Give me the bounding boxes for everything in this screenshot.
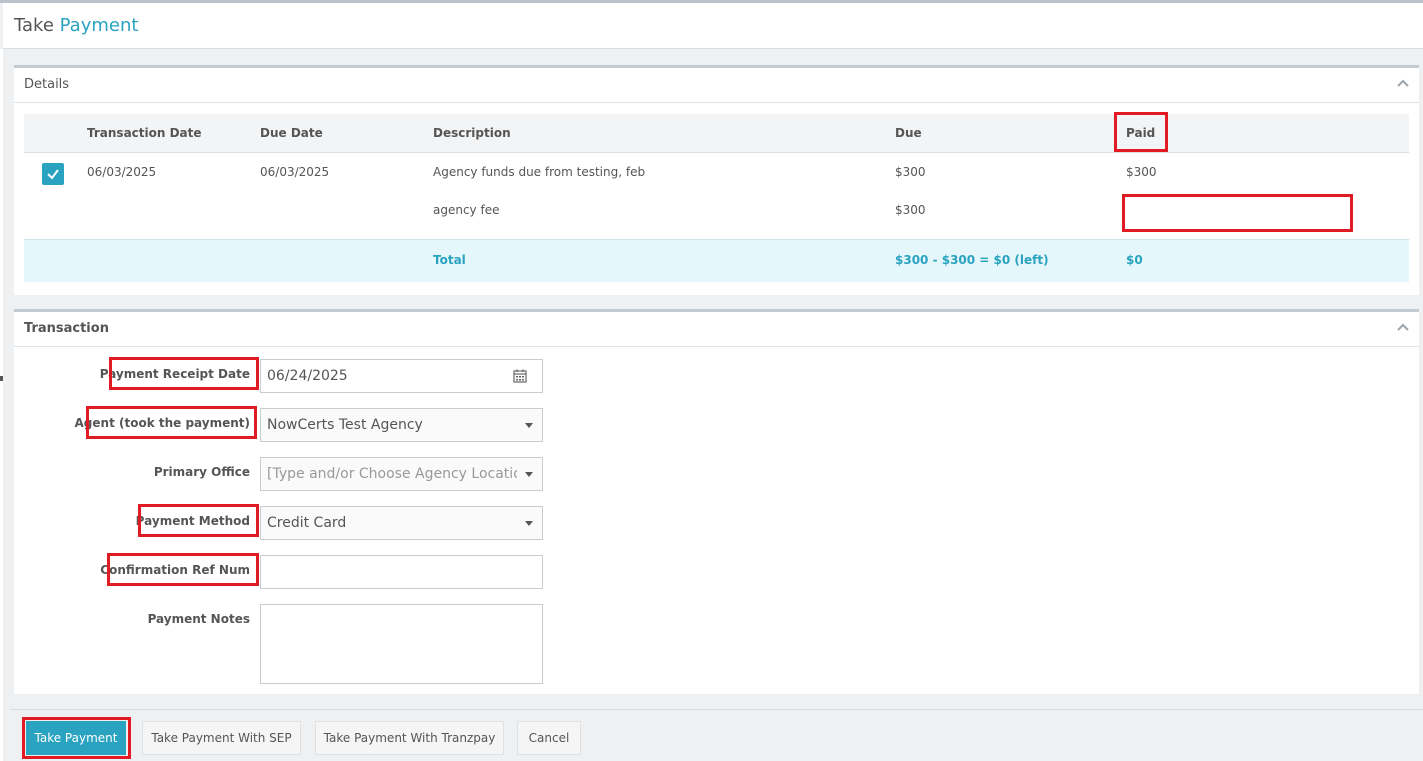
chevron-up-icon[interactable] — [1397, 78, 1409, 90]
total-paid: $0 — [1126, 253, 1143, 267]
transaction-title: Transaction — [24, 321, 109, 336]
take-payment-highlight — [22, 717, 131, 759]
row-sub-due: $300 — [895, 203, 926, 217]
caret-down-icon — [525, 521, 533, 526]
paid-header-highlight — [1114, 112, 1168, 152]
take-payment-sep-button[interactable]: Take Payment With SEP — [142, 721, 301, 755]
payment-notes-textarea[interactable] — [260, 604, 543, 684]
total-due-calc: $300 - $300 = — [895, 253, 994, 267]
caret-down-icon — [525, 472, 533, 477]
payment-receipt-date-input[interactable]: 06/24/2025 — [260, 359, 543, 393]
page-title-main: Take — [14, 15, 54, 36]
payment-method-highlight — [138, 504, 259, 537]
take-payment-tranzpay-button[interactable]: Take Payment With Tranzpay — [315, 721, 504, 755]
row-description: Agency funds due from testing, feb — [433, 165, 646, 179]
col-transaction-date[interactable]: Transaction Date — [87, 126, 202, 140]
page-header: Take Payment — [3, 3, 1423, 49]
paid-input-highlight[interactable] — [1122, 194, 1353, 232]
caret-down-icon — [525, 423, 533, 428]
check-icon — [47, 169, 59, 180]
row-due-date: 06/03/2025 — [260, 165, 330, 179]
agent-highlight — [86, 406, 257, 439]
details-title: Details — [24, 77, 70, 92]
chevron-up-icon[interactable] — [1397, 322, 1409, 334]
page-title: Take Payment — [14, 15, 138, 36]
left-edge — [0, 49, 3, 761]
col-description[interactable]: Description — [433, 126, 511, 140]
payment-method-value: Credit Card — [267, 515, 347, 531]
cancel-button[interactable]: Cancel — [517, 721, 581, 755]
agent-value: NowCerts Test Agency — [267, 417, 423, 433]
confirmation-ref-highlight — [107, 553, 259, 586]
table-header: Transaction Date Due Date Description Du… — [24, 114, 1409, 153]
page-title-accent: Payment — [59, 15, 139, 36]
confirmation-ref-input[interactable] — [260, 555, 543, 589]
details-panel-header[interactable]: Details — [14, 68, 1419, 103]
col-due-date[interactable]: Due Date — [260, 126, 323, 140]
payment-method-select[interactable]: Credit Card — [260, 506, 543, 540]
details-panel: Details Transaction Date Due Date Descri… — [14, 65, 1419, 295]
col-due[interactable]: Due — [895, 126, 922, 140]
row-due: $300 — [895, 165, 926, 179]
payment-receipt-date-value: 06/24/2025 — [267, 368, 348, 384]
receipt-date-highlight — [109, 357, 259, 390]
total-due: $300 - $300 = $0 (left) — [895, 253, 1049, 267]
transaction-panel-header[interactable]: Transaction — [14, 312, 1419, 347]
row-sub-description: agency fee — [433, 203, 500, 217]
total-label: Total — [433, 253, 466, 267]
row-checkbox[interactable] — [42, 163, 64, 185]
payment-notes-label: Payment Notes — [147, 612, 250, 626]
row-transaction-date: 06/03/2025 — [87, 165, 157, 179]
footer-divider — [10, 709, 1423, 710]
primary-office-placeholder: [Type and/or Choose Agency Location] — [267, 466, 517, 482]
primary-office-label: Primary Office — [153, 465, 250, 479]
total-row: Total $300 - $300 = $0 (left) $0 — [24, 239, 1409, 282]
agent-select[interactable]: NowCerts Test Agency — [260, 408, 543, 442]
total-due-left: $0 (left) — [993, 253, 1049, 267]
row-paid: $300 — [1126, 165, 1157, 179]
calendar-icon[interactable] — [513, 369, 527, 383]
edge-mark — [0, 376, 3, 381]
primary-office-select[interactable]: [Type and/or Choose Agency Location] — [260, 457, 543, 491]
